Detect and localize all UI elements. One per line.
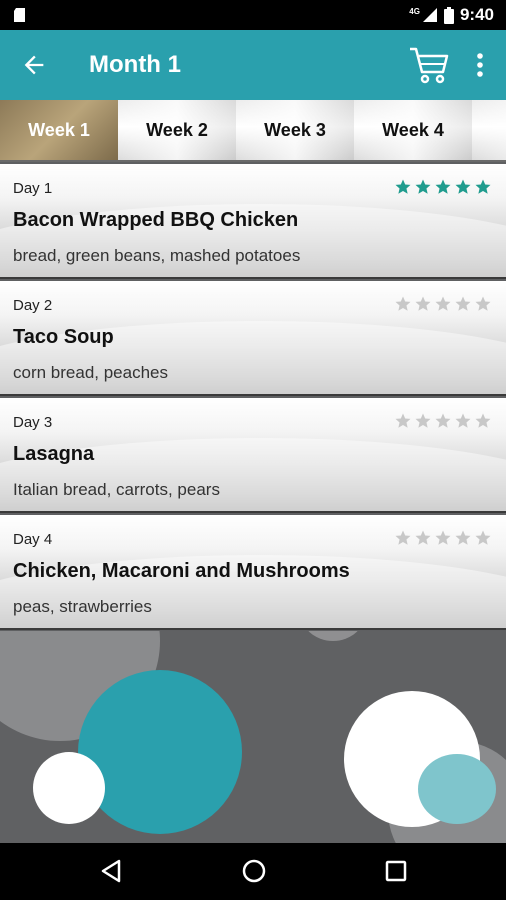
rating-stars xyxy=(394,295,492,313)
meal-card-day-1[interactable]: Day 1 Bacon Wrapped BBQ Chicken bread, g… xyxy=(0,164,506,279)
tab-week-5-partial[interactable]: W xyxy=(472,100,506,160)
star-empty-icon[interactable] xyxy=(394,529,412,547)
star-empty-icon[interactable] xyxy=(454,295,472,313)
nav-recents-icon[interactable] xyxy=(381,856,411,886)
star-filled-icon[interactable] xyxy=(434,178,452,196)
star-empty-icon[interactable] xyxy=(474,295,492,313)
nav-home-icon[interactable] xyxy=(239,856,269,886)
more-options-icon[interactable] xyxy=(466,50,494,80)
system-navigation-bar xyxy=(0,843,506,900)
rating-stars xyxy=(394,412,492,430)
clock-time: 9:40 xyxy=(459,5,494,24)
star-empty-icon[interactable] xyxy=(454,529,472,547)
meal-day-label: Day 2 xyxy=(13,297,53,314)
tab-week-4[interactable]: Week 4 xyxy=(354,100,472,160)
meal-sides: peas, strawberries xyxy=(13,597,152,616)
star-empty-icon[interactable] xyxy=(434,529,452,547)
rating-stars xyxy=(394,529,492,547)
decor-circle xyxy=(33,752,105,824)
star-empty-icon[interactable] xyxy=(394,295,412,313)
back-arrow-icon[interactable] xyxy=(20,51,48,79)
star-empty-icon[interactable] xyxy=(414,412,432,430)
meal-day-label: Day 1 xyxy=(13,180,53,197)
page-title: Month 1 xyxy=(89,51,181,78)
star-empty-icon[interactable] xyxy=(454,412,472,430)
meal-sides: Italian bread, carrots, pears xyxy=(13,480,220,499)
sd-card-icon xyxy=(14,8,25,22)
tab-week-2[interactable]: Week 2 xyxy=(118,100,236,160)
star-filled-icon[interactable] xyxy=(394,178,412,196)
star-empty-icon[interactable] xyxy=(414,529,432,547)
week-tabs: Week 1 Week 2 Week 3 Week 4 W xyxy=(0,100,506,162)
decor-circle xyxy=(300,631,366,641)
signal-icon xyxy=(422,8,437,22)
tab-week-1[interactable]: Week 1 xyxy=(0,100,118,160)
decorative-background xyxy=(0,631,506,843)
network-type-label: 4G xyxy=(409,6,420,16)
meal-sides: bread, green beans, mashed potatoes xyxy=(13,246,301,265)
nav-back-icon[interactable] xyxy=(97,856,127,886)
star-empty-icon[interactable] xyxy=(474,412,492,430)
star-empty-icon[interactable] xyxy=(434,295,452,313)
rating-stars xyxy=(394,178,492,196)
star-empty-icon[interactable] xyxy=(394,412,412,430)
meal-card-day-3[interactable]: Day 3 Lasagna Italian bread, carrots, pe… xyxy=(0,398,506,513)
star-empty-icon[interactable] xyxy=(434,412,452,430)
meal-sides: corn bread, peaches xyxy=(13,363,168,382)
decor-circle xyxy=(78,670,242,834)
meal-name: Taco Soup xyxy=(13,326,114,348)
meal-name: Bacon Wrapped BBQ Chicken xyxy=(13,209,299,231)
status-bar: 4G 9:40 xyxy=(0,0,506,30)
meal-name: Chicken, Macaroni and Mushrooms xyxy=(13,560,350,582)
star-filled-icon[interactable] xyxy=(454,178,472,196)
star-filled-icon[interactable] xyxy=(414,178,432,196)
app-bar: Month 1 xyxy=(0,30,506,100)
tab-week-3[interactable]: Week 3 xyxy=(236,100,354,160)
meal-day-label: Day 3 xyxy=(13,414,53,431)
star-empty-icon[interactable] xyxy=(414,295,432,313)
meal-card-day-4[interactable]: Day 4 Chicken, Macaroni and Mushrooms pe… xyxy=(0,515,506,630)
meal-day-label: Day 4 xyxy=(13,531,53,548)
shopping-cart-icon[interactable] xyxy=(408,45,450,85)
meal-card-day-2[interactable]: Day 2 Taco Soup corn bread, peaches xyxy=(0,281,506,396)
star-empty-icon[interactable] xyxy=(474,529,492,547)
meal-name: Lasagna xyxy=(13,443,95,465)
star-filled-icon[interactable] xyxy=(474,178,492,196)
decor-circle xyxy=(418,754,496,824)
battery-icon xyxy=(443,6,454,24)
